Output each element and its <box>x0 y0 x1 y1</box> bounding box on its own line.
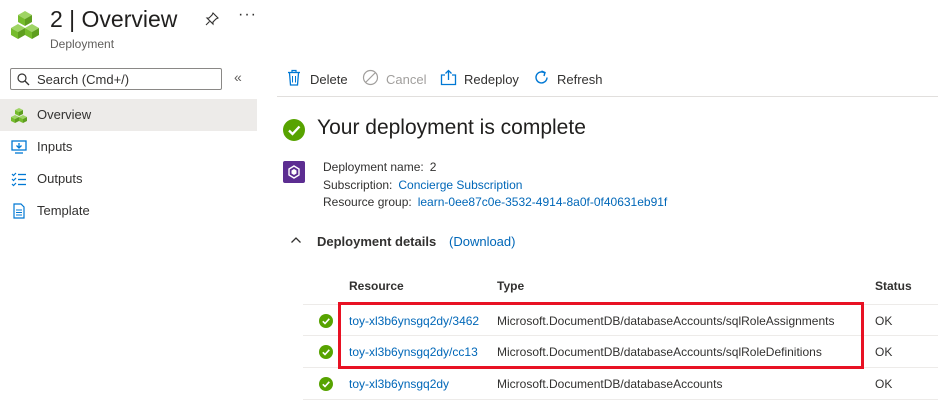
upload-icon <box>440 69 457 86</box>
sidebar-item-template[interactable]: Template <box>0 195 257 227</box>
highlight-box <box>338 302 864 369</box>
sidebar-item-label: Outputs <box>37 171 83 186</box>
resource-status: OK <box>875 345 893 359</box>
deployment-cubes-icon <box>11 11 39 39</box>
sidebar-item-label: Template <box>37 203 90 218</box>
more-options-icon[interactable]: ··· <box>238 6 257 24</box>
sidebar-item-label: Overview <box>37 107 92 122</box>
refresh-icon <box>535 70 548 84</box>
page-subtitle: Deployment <box>50 37 115 51</box>
cancel-label: Cancel <box>386 72 427 87</box>
pin-icon[interactable] <box>205 12 219 26</box>
delete-label: Delete <box>310 72 348 87</box>
sidebar-item-inputs[interactable]: Inputs <box>0 131 257 163</box>
toolbar-divider <box>277 96 938 97</box>
resource-type: Microsoft.DocumentDB/databaseAccounts <box>497 377 723 391</box>
deployment-resource-icon <box>283 161 305 183</box>
sidebar-item-outputs[interactable]: Outputs <box>0 163 257 195</box>
search-placeholder: Search (Cmd+/) <box>37 72 130 87</box>
outputs-icon <box>11 172 26 187</box>
template-icon <box>13 203 25 219</box>
page-title: 2 | Overview <box>50 6 178 32</box>
column-header-status[interactable]: Status <box>875 279 912 293</box>
command-bar: Delete Cancel Redeploy Refresh <box>277 62 938 96</box>
deployment-icon <box>11 108 27 123</box>
trash-icon <box>288 69 300 86</box>
refresh-label: Refresh <box>557 72 603 87</box>
redeploy-button[interactable]: Redeploy <box>440 69 524 89</box>
resource-link[interactable]: toy-xl3b6ynsgq2dy <box>349 377 492 391</box>
inputs-icon <box>11 140 27 154</box>
deployment-name-label: Deployment name: <box>323 160 424 174</box>
chevron-up-icon <box>291 237 301 243</box>
blade-header: 2 | Overview Deployment ··· <box>0 0 938 60</box>
resource-group-row: Resource group: learn-0ee87c0e-3532-4914-… <box>323 195 667 209</box>
deployment-status-title: Your deployment is complete <box>317 116 586 139</box>
deployment-details-label: Deployment details <box>317 234 437 249</box>
success-check-icon <box>319 377 333 391</box>
subscription-link[interactable]: Concierge Subscription <box>398 178 522 192</box>
table-row: toy-xl3b6ynsgq2dy Microsoft.DocumentDB/d… <box>303 368 938 400</box>
deployment-name-value: 2 <box>429 160 437 174</box>
column-header-resource[interactable]: Resource <box>349 279 404 293</box>
success-check-icon <box>319 345 333 359</box>
sidebar-item-label: Inputs <box>37 139 73 154</box>
download-link[interactable]: (Download) <box>449 234 515 249</box>
subscription-label: Subscription: <box>323 178 393 192</box>
delete-button[interactable]: Delete <box>286 69 356 89</box>
search-icon <box>17 73 30 86</box>
cancel-button[interactable]: Cancel <box>362 69 432 89</box>
success-check-icon <box>319 314 333 328</box>
collapse-sidebar-icon[interactable]: « <box>234 69 242 85</box>
column-header-type[interactable]: Type <box>497 279 524 293</box>
resource-status: OK <box>875 377 893 391</box>
subscription-row: Subscription: Concierge Subscription <box>323 178 522 192</box>
cancel-icon <box>362 69 379 86</box>
sidebar-item-overview[interactable]: Overview <box>0 99 257 131</box>
resource-group-link[interactable]: learn-0ee87c0e-3532-4914-8a0f-0f40631eb9… <box>418 195 668 209</box>
resource-status: OK <box>875 314 893 328</box>
redeploy-label: Redeploy <box>464 72 519 87</box>
refresh-button[interactable]: Refresh <box>533 69 609 89</box>
resource-group-label: Resource group: <box>323 195 412 209</box>
success-check-icon <box>283 119 305 141</box>
search-input[interactable]: Search (Cmd+/) <box>10 68 222 90</box>
deployment-name-row: Deployment name: 2 <box>323 160 436 174</box>
sidebar: Search (Cmd+/) « Overview Inputs Outputs… <box>0 62 257 410</box>
